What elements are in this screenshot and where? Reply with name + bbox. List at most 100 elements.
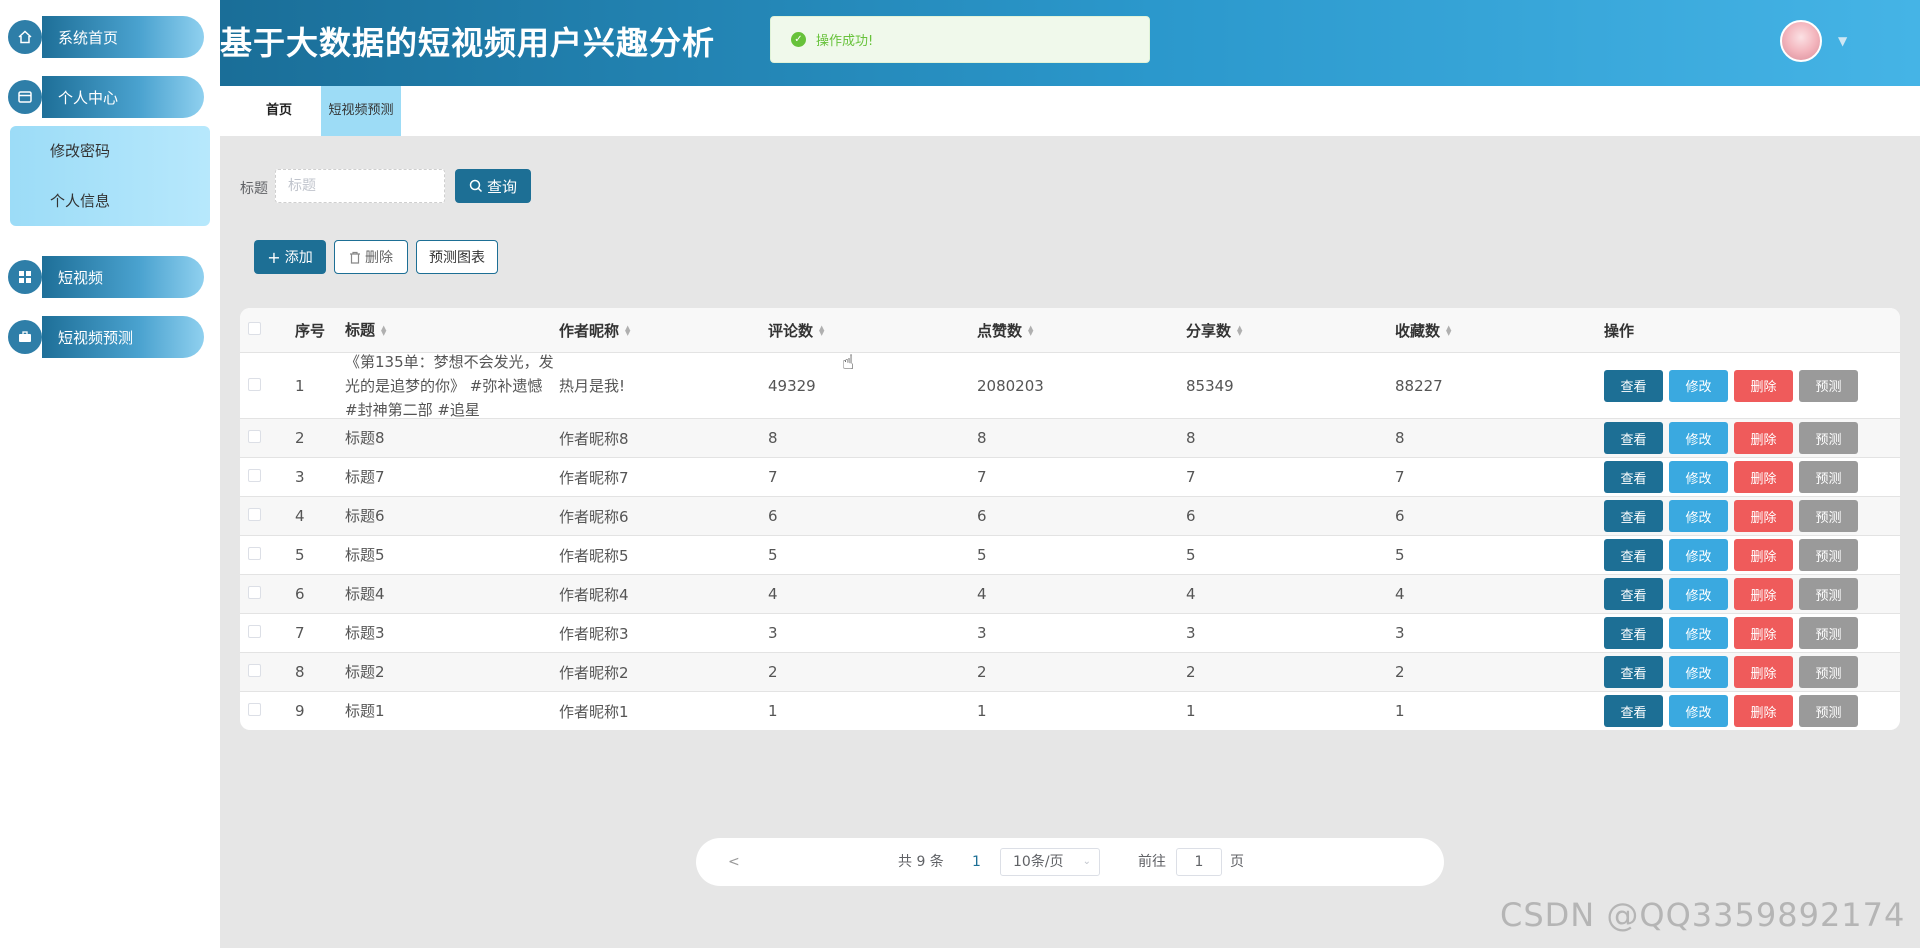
cell-likes: 1 xyxy=(977,702,987,720)
edit-button[interactable]: 修改 xyxy=(1669,578,1728,610)
sidebar-item-profile-center[interactable]: 个人中心 xyxy=(8,76,204,118)
edit-button[interactable]: 修改 xyxy=(1669,369,1728,402)
view-button[interactable]: 查看 xyxy=(1604,369,1663,402)
col-likes-label: 点赞数 xyxy=(977,321,1023,340)
cell-shares: 4 xyxy=(1186,585,1196,603)
edit-button[interactable]: 修改 xyxy=(1669,461,1728,493)
predict-button[interactable]: 预测 xyxy=(1799,617,1858,649)
row-checkbox[interactable] xyxy=(248,625,261,638)
delete-button[interactable]: 删除 xyxy=(1734,617,1793,649)
chevron-down-icon: ⌄ xyxy=(1082,856,1091,867)
row-select-cell xyxy=(240,585,295,603)
predict-button[interactable]: 预测 xyxy=(1799,656,1858,688)
predict-chart-button[interactable]: 预测图表 xyxy=(416,240,498,274)
col-likes[interactable]: 点赞数 ▲ ▼ xyxy=(977,320,1186,341)
sort-icon[interactable]: ▲ ▼ xyxy=(819,325,824,337)
view-button[interactable]: 查看 xyxy=(1604,422,1663,454)
tab-home[interactable]: 首页 xyxy=(260,86,298,136)
submenu-item-personal-info[interactable]: 个人信息 xyxy=(10,176,210,226)
delete-button[interactable]: 删除 xyxy=(1734,422,1793,454)
predict-button[interactable]: 预测 xyxy=(1799,578,1858,610)
predict-button[interactable]: 预测 xyxy=(1799,500,1858,532)
predict-button[interactable]: 预测 xyxy=(1799,369,1858,402)
search-input[interactable] xyxy=(275,169,445,203)
cell-comments: 3 xyxy=(768,624,778,642)
delete-button[interactable]: 删除 xyxy=(1734,461,1793,493)
sort-icon[interactable]: ▲ ▼ xyxy=(1028,325,1033,337)
view-button[interactable]: 查看 xyxy=(1604,461,1663,493)
prev-page-button[interactable]: < xyxy=(728,838,740,886)
tab-short-video-predict[interactable]: 短视频预测 xyxy=(321,86,401,136)
delete-button[interactable]: 删除 xyxy=(1734,578,1793,610)
row-checkbox[interactable] xyxy=(248,508,261,521)
total-count: 共 9 条 xyxy=(898,854,944,870)
view-button[interactable]: 查看 xyxy=(1604,656,1663,688)
view-button[interactable]: 查看 xyxy=(1604,695,1663,727)
col-author[interactable]: 作者昵称 ▲ ▼ xyxy=(559,320,768,341)
sidebar-item-home[interactable]: 系统首页 xyxy=(8,16,204,58)
add-button-label: 添加 xyxy=(284,250,313,266)
col-title[interactable]: 标题 ▲ ▼ xyxy=(345,318,559,342)
caret-down-icon[interactable]: ▼ xyxy=(1838,34,1847,48)
sidebar-item-short-video[interactable]: 短视频 xyxy=(8,256,204,298)
predict-button[interactable]: 预测 xyxy=(1799,422,1858,454)
user-avatar[interactable] xyxy=(1780,20,1822,62)
page-size-select[interactable]: 10条/页 ⌄ xyxy=(1000,848,1100,876)
cell-comments: 4 xyxy=(768,585,778,603)
edit-button[interactable]: 修改 xyxy=(1669,500,1728,532)
row-checkbox[interactable] xyxy=(248,469,261,482)
query-button[interactable]: 查询 xyxy=(455,169,531,203)
batch-delete-button[interactable]: 删除 xyxy=(334,240,408,274)
view-button[interactable]: 查看 xyxy=(1604,578,1663,610)
cell-likes: 5 xyxy=(977,546,987,564)
row-checkbox[interactable] xyxy=(248,547,261,560)
col-favorites[interactable]: 收藏数 ▲ ▼ xyxy=(1395,320,1604,341)
sort-icon[interactable]: ▲ ▼ xyxy=(1237,325,1242,337)
delete-button[interactable]: 删除 xyxy=(1734,369,1793,402)
cell-index: 5 xyxy=(295,546,305,564)
submenu-item-change-password[interactable]: 修改密码 xyxy=(10,126,210,176)
goto-page-input[interactable]: 1 xyxy=(1176,848,1222,876)
grid-icon xyxy=(8,260,42,294)
col-operations: 操作 xyxy=(1604,321,1635,340)
predict-button[interactable]: 预测 xyxy=(1799,461,1858,493)
sort-icon[interactable]: ▲ ▼ xyxy=(625,325,630,337)
table-row: 2 标题8 作者昵称8 8 8 8 8 查看 修改 删除 预测 xyxy=(240,418,1900,457)
select-all-checkbox[interactable] xyxy=(248,322,261,335)
row-checkbox[interactable] xyxy=(248,703,261,716)
sidebar-item-label: 短视频预测 xyxy=(42,316,204,358)
edit-button[interactable]: 修改 xyxy=(1669,656,1728,688)
view-button[interactable]: 查看 xyxy=(1604,500,1663,532)
predict-button[interactable]: 预测 xyxy=(1799,539,1858,571)
edit-button[interactable]: 修改 xyxy=(1669,617,1728,649)
cell-shares: 3 xyxy=(1186,624,1196,642)
edit-button[interactable]: 修改 xyxy=(1669,422,1728,454)
cell-author: 作者昵称3 xyxy=(559,624,629,643)
cell-likes: 4 xyxy=(977,585,987,603)
view-button[interactable]: 查看 xyxy=(1604,539,1663,571)
sidebar-item-short-video-predict[interactable]: 短视频预测 xyxy=(8,316,204,358)
col-comments[interactable]: 评论数 ▲ ▼ xyxy=(768,320,977,341)
cell-comments: 1 xyxy=(768,702,778,720)
page-number-current[interactable]: 1 xyxy=(972,838,981,886)
cell-comments: 49329 xyxy=(768,376,816,395)
sort-icon[interactable]: ▲ ▼ xyxy=(381,324,386,336)
sort-icon[interactable]: ▲ ▼ xyxy=(1446,325,1451,337)
row-checkbox[interactable] xyxy=(248,430,261,443)
row-checkbox[interactable] xyxy=(248,377,261,391)
delete-button[interactable]: 删除 xyxy=(1734,656,1793,688)
edit-button[interactable]: 修改 xyxy=(1669,539,1728,571)
view-button[interactable]: 查看 xyxy=(1604,617,1663,649)
cell-index: 9 xyxy=(295,702,305,720)
row-checkbox[interactable] xyxy=(248,586,261,599)
table-row: 8 标题2 作者昵称2 2 2 2 2 查看 修改 删除 预测 xyxy=(240,652,1900,691)
delete-button[interactable]: 删除 xyxy=(1734,539,1793,571)
delete-button[interactable]: 删除 xyxy=(1734,695,1793,727)
row-checkbox[interactable] xyxy=(248,664,261,677)
col-shares[interactable]: 分享数 ▲ ▼ xyxy=(1186,320,1395,341)
add-button[interactable]: + 添加 xyxy=(254,240,326,274)
top-header: 基于大数据的短视频用户兴趣分析 ✓ 操作成功! ▼ xyxy=(220,0,1920,86)
edit-button[interactable]: 修改 xyxy=(1669,695,1728,727)
predict-button[interactable]: 预测 xyxy=(1799,695,1858,727)
delete-button[interactable]: 删除 xyxy=(1734,500,1793,532)
